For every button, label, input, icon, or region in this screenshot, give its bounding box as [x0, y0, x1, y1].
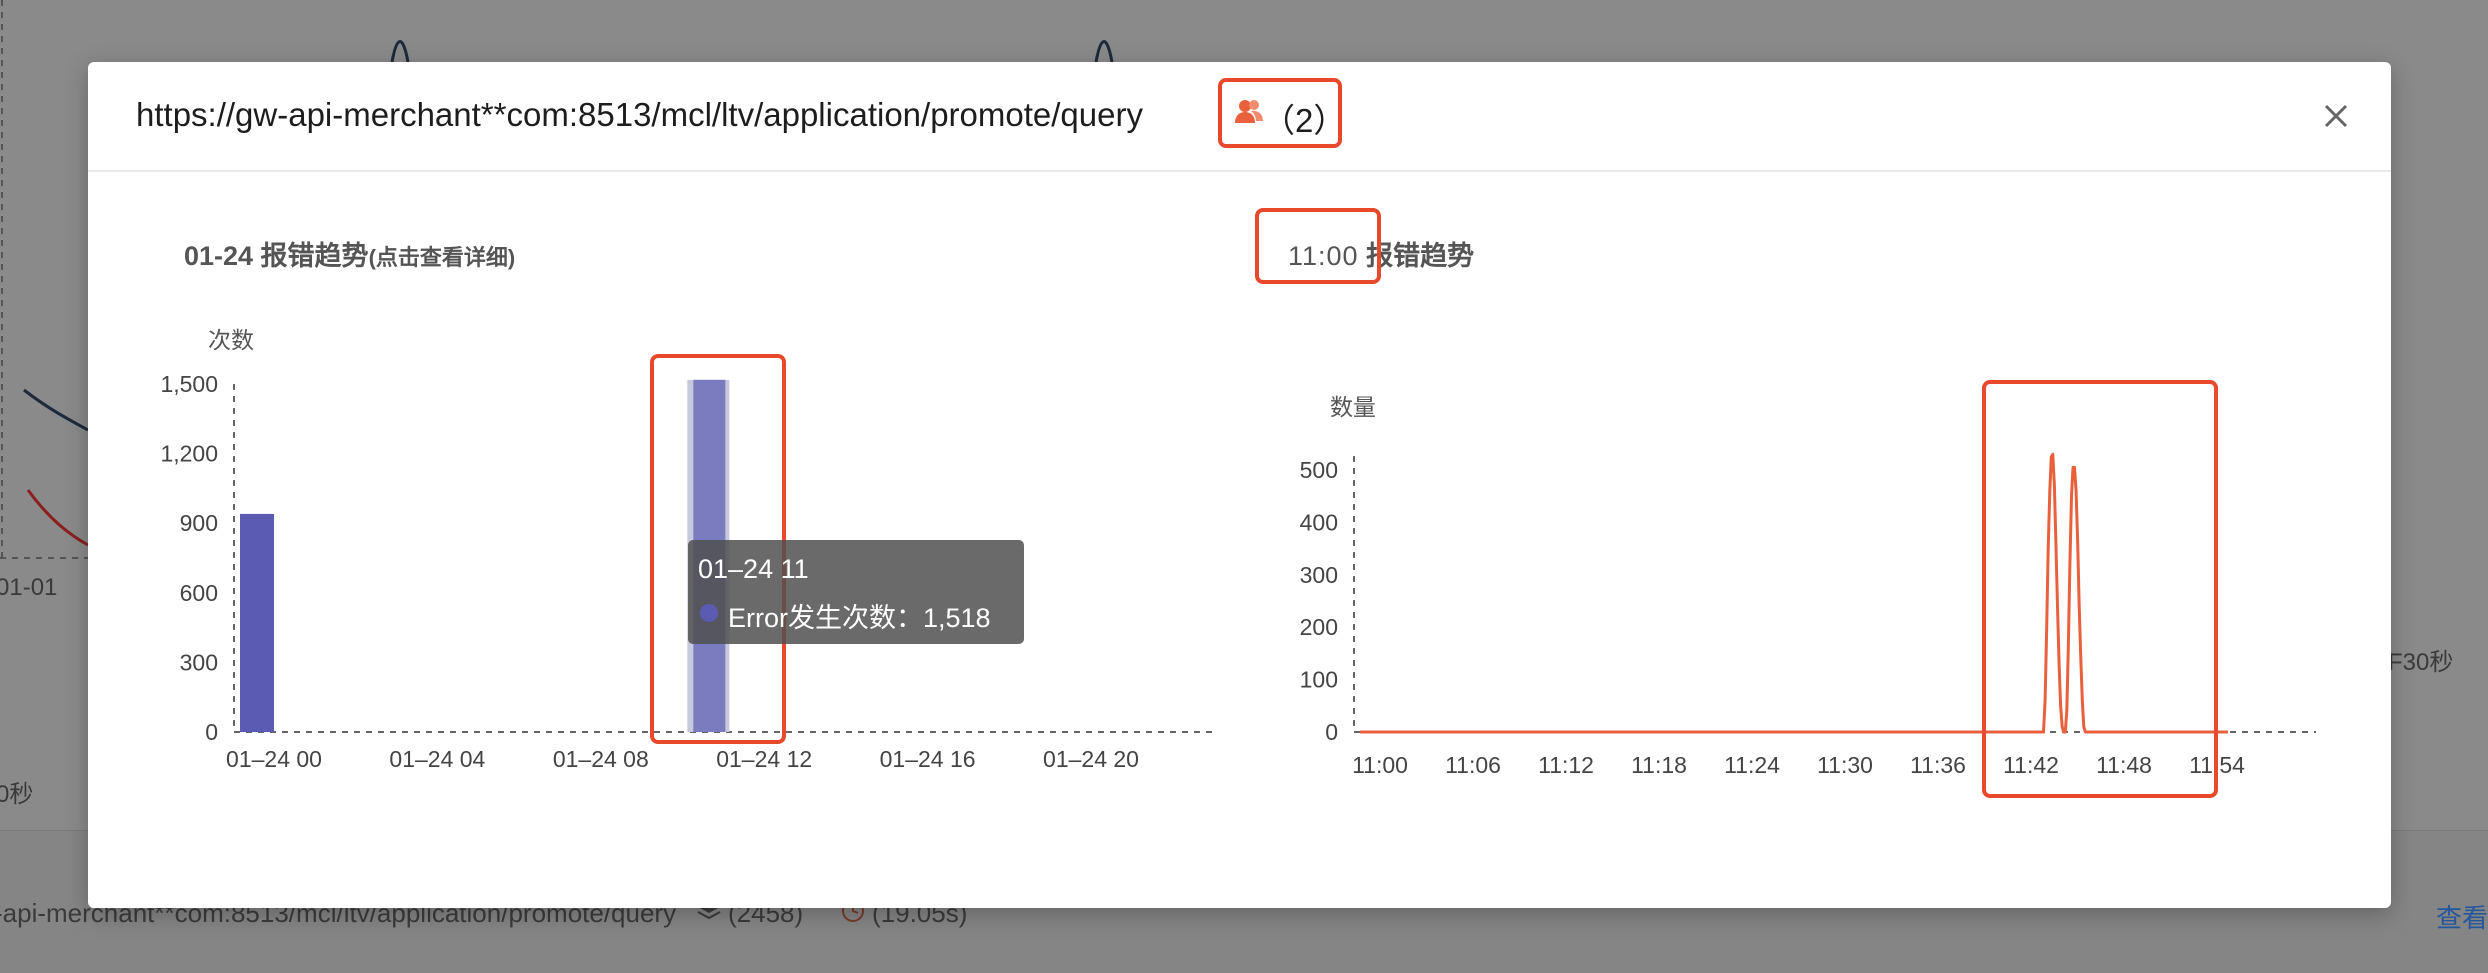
- right-y-tick-label: 500: [1300, 457, 1338, 483]
- right-x-tick-label: 11:12: [1538, 752, 1594, 778]
- tooltip-value: 1,518: [923, 603, 991, 633]
- right-y-tick-label: 300: [1300, 562, 1338, 588]
- right-x-tick-label: 11:00: [1352, 752, 1408, 778]
- left-x-tick-label: 01–24 16: [880, 746, 976, 772]
- bg-axis-date: 01-01: [0, 574, 58, 601]
- bar: [240, 513, 274, 732]
- bg-view-link[interactable]: 查看: [2436, 898, 2488, 935]
- tooltip-series-dot: [700, 604, 718, 622]
- left-y-tick-label: 600: [180, 580, 218, 606]
- bar-tooltip: 01–24 11 Error发生次数：1,518: [688, 540, 1024, 644]
- left-x-tick-label: 01–24 20: [1043, 746, 1139, 772]
- left-x-tick-label: 01–24 00: [226, 746, 322, 772]
- tooltip-value-line: Error发生次数：1,518: [728, 596, 991, 635]
- right-y-tick-label: 200: [1300, 614, 1338, 640]
- right-y-tick-label: 100: [1300, 667, 1338, 693]
- left-x-tick-label: 01–24 12: [716, 746, 812, 772]
- left-y-tick-label: 300: [180, 649, 218, 675]
- right-y-axis-label: 数量: [1330, 394, 1376, 420]
- left-y-tick-label: 0: [205, 719, 218, 745]
- right-x-tick-label: 11:06: [1445, 752, 1501, 778]
- left-x-tick-label: 01–24 08: [553, 746, 649, 772]
- bg-second-label: 0秒: [0, 781, 34, 808]
- right-x-tick-label: 11:24: [1724, 752, 1780, 778]
- left-y-tick-label: 1,200: [160, 441, 218, 467]
- left-y-tick-label: 900: [180, 510, 218, 536]
- bg-timeout-label: F30秒: [2388, 649, 2454, 676]
- left-y-tick-label: 1,500: [160, 371, 218, 397]
- left-x-tick-label: 01–24 04: [389, 746, 485, 772]
- peak-highlight-box: [1982, 380, 2218, 798]
- error-detail-modal: https://gw-api-merchant**com:8513/mcl/lt…: [88, 62, 2391, 908]
- left-y-axis-label: 次数: [208, 327, 254, 353]
- right-y-tick-label: 400: [1300, 509, 1338, 535]
- right-y-tick-label: 0: [1325, 719, 1338, 745]
- tooltip-label: Error发生次数：: [728, 603, 923, 633]
- right-x-tick-label: 11:36: [1910, 752, 1966, 778]
- right-x-tick-label: 11:30: [1817, 752, 1873, 778]
- tooltip-title: 01–24 11: [698, 554, 809, 584]
- right-x-tick-label: 11:18: [1631, 752, 1687, 778]
